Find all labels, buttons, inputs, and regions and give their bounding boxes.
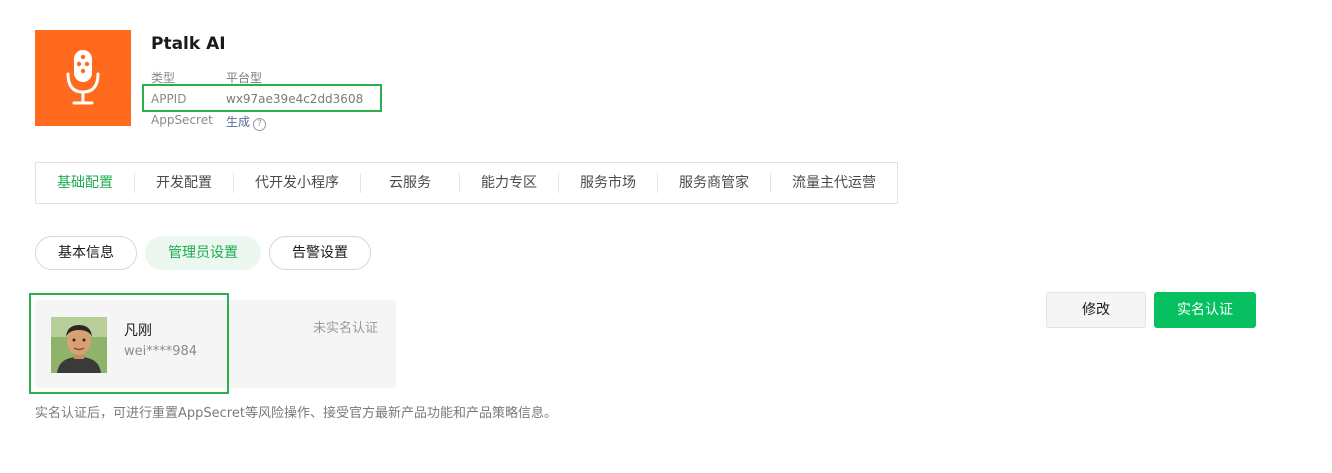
tab-basic-config[interactable]: 基础配置 <box>36 173 134 193</box>
subtab-basic-info[interactable]: 基本信息 <box>35 236 137 270</box>
tab-dev-config[interactable]: 开发配置 <box>134 173 233 193</box>
app-name: Ptalk AI <box>151 34 226 54</box>
appsecret-value: 生成? <box>226 113 267 131</box>
admin-highlight-box <box>29 293 229 394</box>
subtab-alert-settings[interactable]: 告警设置 <box>269 236 371 270</box>
appsecret-label: AppSecret <box>151 113 213 127</box>
tab-capability-zone[interactable]: 能力专区 <box>459 173 558 193</box>
tab-service-manager[interactable]: 服务商管家 <box>657 173 770 193</box>
appid-highlight-box <box>142 84 382 112</box>
tab-proxy-miniprogram[interactable]: 代开发小程序 <box>233 173 360 193</box>
verify-button[interactable]: 实名认证 <box>1154 292 1256 328</box>
tab-service-market[interactable]: 服务市场 <box>558 173 657 193</box>
verification-status: 未实名认证 <box>313 321 379 336</box>
verification-notice: 实名认证后，可进行重置AppSecret等风险操作、接受官方最新产品功能和产品策… <box>35 406 557 421</box>
subtab-admin-settings[interactable]: 管理员设置 <box>145 236 261 270</box>
tab-traffic-operation[interactable]: 流量主代运营 <box>770 173 897 193</box>
main-tab-bar: 基础配置 开发配置 代开发小程序 云服务 能力专区 服务市场 服务商管家 流量主… <box>35 162 898 204</box>
generate-secret-link[interactable]: 生成 <box>226 115 250 129</box>
app-logo <box>35 30 131 126</box>
modify-button[interactable]: 修改 <box>1046 292 1146 328</box>
tab-cloud-service[interactable]: 云服务 <box>360 173 459 193</box>
microphone-icon <box>66 50 100 105</box>
help-icon[interactable]: ? <box>253 118 267 131</box>
